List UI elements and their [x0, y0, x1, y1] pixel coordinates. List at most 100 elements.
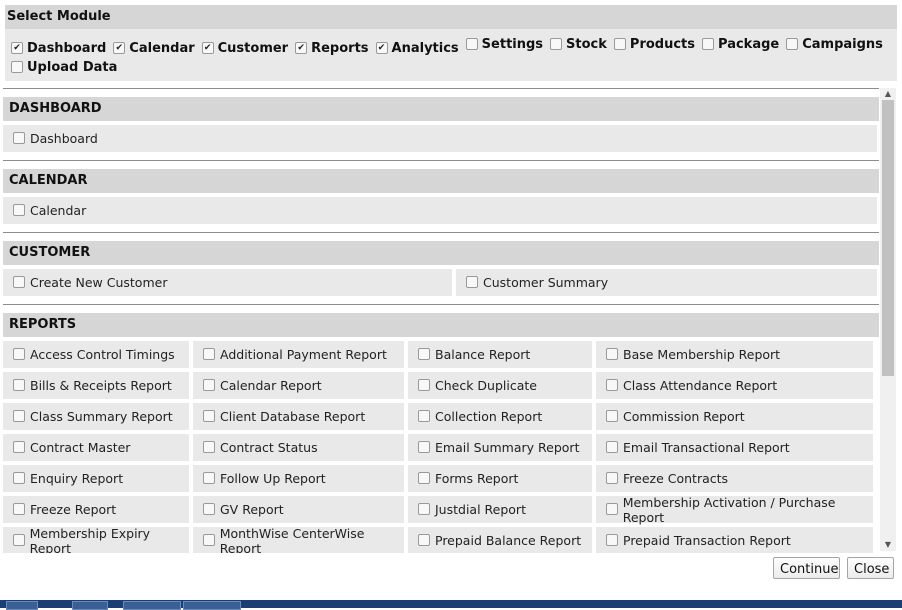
permission-item[interactable]: MonthWise CenterWise Report: [193, 526, 404, 553]
checkbox-icon[interactable]: [13, 409, 25, 422]
checkbox-icon[interactable]: [550, 37, 563, 50]
checkbox-icon[interactable]: [786, 37, 799, 50]
checkbox-icon[interactable]: [418, 440, 430, 453]
module-option-campaigns[interactable]: Campaigns: [786, 35, 883, 54]
checkbox-icon[interactable]: [203, 471, 215, 484]
checkbox-icon[interactable]: [606, 440, 618, 453]
taskbar-app-icon[interactable]: [123, 601, 181, 610]
permission-item[interactable]: Email Summary Report: [408, 434, 592, 461]
module-option-reports[interactable]: ✔ Reports: [295, 39, 369, 58]
checkbox-icon[interactable]: [13, 131, 25, 144]
permission-item[interactable]: Calendar: [3, 197, 877, 224]
checkbox-checked-icon[interactable]: ✔: [375, 41, 388, 54]
checkbox-checked-icon[interactable]: ✔: [11, 41, 23, 54]
vertical-scrollbar[interactable]: ▲ ▼: [880, 88, 896, 551]
module-option-calendar[interactable]: ✔ Calendar: [113, 39, 195, 58]
permission-item[interactable]: Customer Summary: [456, 269, 877, 296]
checkbox-icon[interactable]: [418, 533, 430, 546]
checkbox-icon[interactable]: [13, 440, 25, 453]
checkbox-icon[interactable]: [13, 502, 25, 515]
checkbox-icon[interactable]: [418, 409, 430, 422]
permission-item[interactable]: Balance Report: [408, 341, 592, 368]
permission-item[interactable]: Collection Report: [408, 403, 592, 430]
checkbox-icon[interactable]: [613, 37, 626, 50]
permission-item[interactable]: Freeze Contracts: [596, 465, 873, 492]
permission-item[interactable]: Follow Up Report: [193, 465, 404, 492]
permission-item[interactable]: Commission Report: [596, 403, 873, 430]
checkbox-icon[interactable]: [606, 347, 618, 360]
checkbox-icon[interactable]: [11, 60, 23, 73]
permission-item[interactable]: Justdial Report: [408, 496, 592, 523]
checkbox-icon[interactable]: [203, 502, 215, 515]
module-option-settings[interactable]: Settings: [465, 35, 543, 54]
module-option-analytics[interactable]: ✔ Analytics: [375, 39, 459, 58]
permission-item[interactable]: Access Control Timings: [3, 341, 189, 368]
permission-item[interactable]: GV Report: [193, 496, 404, 523]
checkbox-checked-icon[interactable]: ✔: [295, 41, 308, 54]
permission-item[interactable]: Client Database Report: [193, 403, 404, 430]
checkbox-checked-icon[interactable]: ✔: [113, 41, 126, 54]
taskbar-app-icon[interactable]: [183, 601, 241, 610]
module-option-dashboard[interactable]: ✔ Dashboard: [11, 39, 106, 58]
checkbox-icon[interactable]: [606, 502, 618, 515]
permissions-scroll-area[interactable]: DASHBOARD Dashboard CALENDAR Calendar CU…: [3, 88, 879, 553]
module-option-upload-data[interactable]: Upload Data: [11, 58, 117, 77]
checkbox-icon[interactable]: [606, 471, 618, 484]
permission-item[interactable]: Bills & Receipts Report: [3, 372, 189, 399]
checkbox-icon[interactable]: [465, 37, 478, 50]
permission-item[interactable]: Class Summary Report: [3, 403, 189, 430]
taskbar-app-icon[interactable]: [72, 601, 108, 610]
checkbox-icon[interactable]: [203, 347, 215, 360]
permission-item[interactable]: Membership Activation / Purchase Report: [596, 495, 873, 525]
checkbox-icon[interactable]: [418, 471, 430, 484]
reports-grid: Access Control Timings Additional Payment…: [3, 341, 879, 553]
permission-item[interactable]: Additional Payment Report: [193, 341, 404, 368]
permission-item[interactable]: Freeze Report: [3, 496, 189, 523]
permission-item[interactable]: Contract Status: [193, 434, 404, 461]
permission-item[interactable]: Dashboard: [3, 125, 877, 152]
permission-item[interactable]: Base Membership Report: [596, 341, 873, 368]
permission-item[interactable]: Class Attendance Report: [596, 372, 873, 399]
permission-item[interactable]: Email Transactional Report: [596, 434, 873, 461]
permission-item[interactable]: Prepaid Balance Report: [408, 527, 592, 553]
permission-item[interactable]: Calendar Report: [193, 372, 404, 399]
permission-item[interactable]: Contract Master: [3, 434, 189, 461]
checkbox-icon[interactable]: [466, 275, 478, 288]
checkbox-icon[interactable]: [203, 533, 215, 546]
permission-item[interactable]: Membership Expiry Report: [3, 526, 189, 553]
checkbox-icon[interactable]: [13, 471, 25, 484]
checkbox-icon[interactable]: [606, 409, 618, 422]
scrollbar-thumb[interactable]: [882, 100, 894, 376]
checkbox-icon[interactable]: [13, 378, 25, 391]
close-button[interactable]: Close: [847, 557, 894, 579]
checkbox-icon[interactable]: [13, 203, 25, 216]
permission-item[interactable]: Check Duplicate: [408, 372, 592, 399]
checkbox-icon[interactable]: [13, 533, 25, 546]
scroll-up-arrow-icon[interactable]: ▲: [880, 88, 896, 100]
continue-button[interactable]: Continue: [773, 557, 840, 579]
checkbox-icon[interactable]: [203, 440, 215, 453]
permission-item[interactable]: Create New Customer: [3, 269, 452, 296]
module-option-label: Calendar: [129, 41, 195, 56]
checkbox-icon[interactable]: [606, 378, 618, 391]
checkbox-icon[interactable]: [203, 409, 215, 422]
permission-item[interactable]: Enquiry Report: [3, 465, 189, 492]
permission-item[interactable]: Forms Report: [408, 465, 592, 492]
checkbox-icon[interactable]: [13, 347, 25, 360]
checkbox-icon[interactable]: [702, 37, 715, 50]
checkbox-icon[interactable]: [13, 275, 25, 288]
checkbox-icon[interactable]: [418, 502, 430, 515]
checkbox-icon[interactable]: [418, 347, 430, 360]
scroll-down-arrow-icon[interactable]: ▼: [880, 539, 896, 551]
checkbox-icon[interactable]: [203, 378, 215, 391]
checkbox-icon[interactable]: [418, 378, 430, 391]
module-option-customer[interactable]: ✔ Customer: [201, 39, 288, 58]
module-option-package[interactable]: Package: [702, 35, 779, 54]
section-row: Calendar: [3, 197, 879, 224]
module-option-stock[interactable]: Stock: [550, 35, 607, 54]
module-option-products[interactable]: Products: [613, 35, 695, 54]
checkbox-icon[interactable]: [606, 533, 618, 546]
taskbar-app-icon[interactable]: [6, 601, 38, 610]
checkbox-checked-icon[interactable]: ✔: [201, 41, 214, 54]
permission-item[interactable]: Prepaid Transaction Report: [596, 527, 873, 553]
